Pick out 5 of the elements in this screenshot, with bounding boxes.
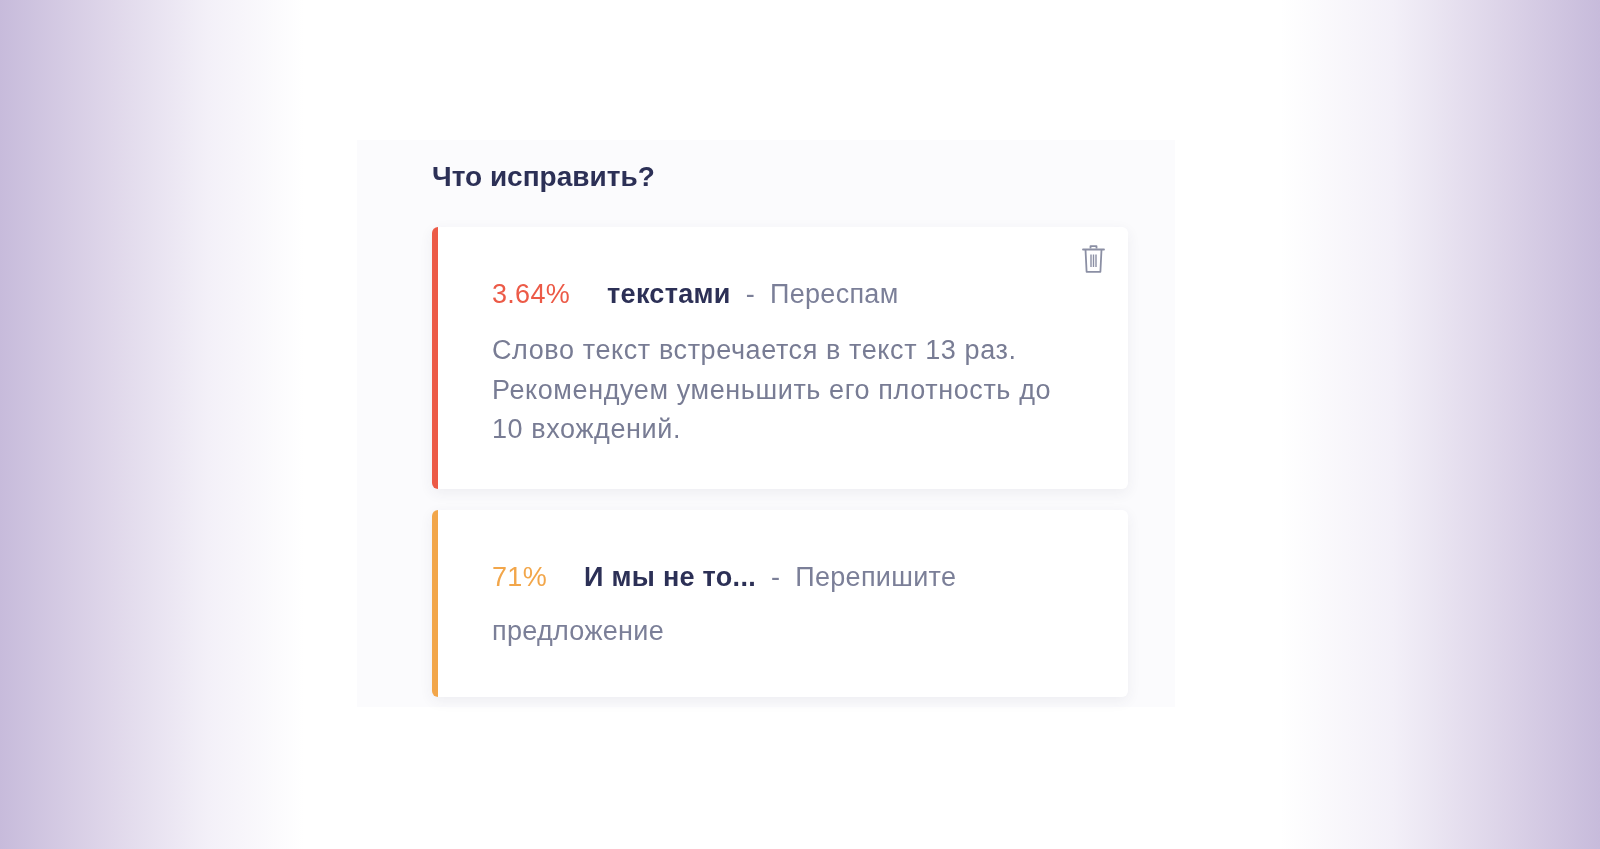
trash-icon[interactable] (1082, 245, 1105, 273)
issue-heading: 3.64% текстами - Переспам (492, 278, 900, 311)
issue-heading: 71% И мы не то... - Перепишите предложение (492, 560, 958, 648)
section-title: Что исправить? (432, 162, 655, 192)
issue-description: Слово текст встречается в текст 13 раз. Рекомендуем уменьшить его плотность до 10 вхождений. (492, 334, 1053, 446)
